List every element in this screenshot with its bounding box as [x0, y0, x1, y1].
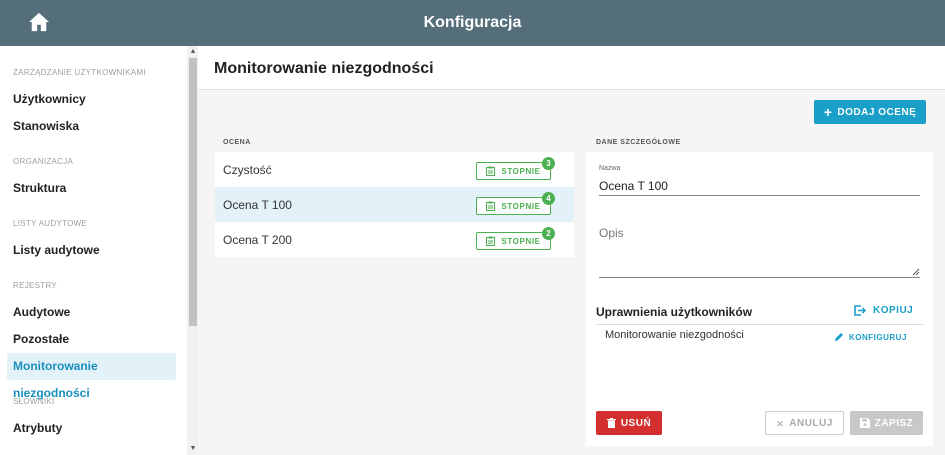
grades-count-badge: 3	[542, 157, 555, 170]
permissions-title: Uprawnienia użytkowników	[596, 305, 753, 319]
description-field[interactable]	[599, 218, 920, 278]
grades-label: STOPNIE	[501, 236, 541, 246]
grades-label: STOPNIE	[501, 201, 541, 211]
rating-name: Czystość	[223, 163, 272, 177]
grades-label: STOPNIE	[501, 166, 541, 176]
copy-label: KOPIUJ	[873, 305, 914, 316]
clipboard-icon	[486, 236, 496, 246]
cancel-label: ANULUJ	[789, 417, 833, 429]
sidebar-item-attributes[interactable]: Atrybuty	[7, 415, 176, 442]
plus-icon: +	[823, 104, 833, 120]
rating-name: Ocena T 100	[223, 198, 292, 212]
sidebar-item-other[interactable]: Pozostałe	[7, 326, 176, 353]
grades-button[interactable]: STOPNIE	[476, 232, 551, 250]
rating-name: Ocena T 200	[223, 233, 292, 247]
ratings-list: Czystość STOPNIE 3 Ocena T 100 STOPNIE 4…	[215, 152, 574, 257]
sidebar-scrollbar-thumb[interactable]	[189, 58, 197, 326]
sidebar-section-users: ZARZĄDZANIE UŻYTKOWNIKAMI	[13, 68, 146, 77]
sidebar-item-audits[interactable]: Audytowe	[7, 299, 176, 326]
add-rating-label: DODAJ OCENĘ	[837, 106, 917, 118]
delete-button[interactable]: USUŃ	[596, 411, 662, 435]
sidebar-item-audit-lists[interactable]: Listy audytowe	[7, 237, 176, 264]
ratings-column-label: OCENA	[223, 139, 251, 146]
clipboard-icon	[486, 166, 496, 176]
name-field-label: Nazwa	[599, 165, 621, 172]
divider	[596, 324, 923, 325]
delete-label: USUŃ	[620, 417, 652, 429]
sidebar-section-audit-lists: LISTY AUDYTOWE	[13, 219, 88, 228]
pencil-icon	[835, 333, 843, 341]
configure-button[interactable]: KONFIGURUJ	[834, 332, 907, 342]
clipboard-icon	[486, 201, 496, 211]
sidebar-item-nonconformity-monitoring[interactable]: Monitorowanie niezgodności	[7, 353, 176, 400]
copy-button[interactable]: KOPIUJ	[854, 305, 913, 316]
rating-row[interactable]: Czystość STOPNIE 3	[215, 152, 574, 187]
top-bar: Konfiguracja	[0, 0, 945, 46]
save-button[interactable]: ZAPISZ	[850, 411, 923, 435]
copy-icon	[854, 305, 867, 316]
grades-count-badge: 4	[542, 192, 555, 205]
details-panel: Nazwa Uprawnienia użytkowników KOPIUJ Mo…	[586, 152, 933, 446]
scroll-up-arrow-icon[interactable]: ▲	[188, 47, 198, 57]
name-field[interactable]	[599, 177, 920, 196]
sidebar-section-organization: ORGANIZACJA	[13, 157, 74, 166]
page-title: Monitorowanie niezgodności	[214, 60, 434, 77]
sidebar-item-positions[interactable]: Stanowiska	[7, 113, 176, 140]
rating-row-selected[interactable]: Ocena T 100 STOPNIE 4	[215, 187, 574, 222]
configure-label: KONFIGURUJ	[849, 332, 907, 342]
sidebar-item-structure[interactable]: Struktura	[7, 175, 176, 202]
page-header: Monitorowanie niezgodności	[198, 46, 945, 90]
cancel-button[interactable]: × ANULUJ	[765, 411, 844, 435]
resize-grip-icon[interactable]	[912, 268, 920, 276]
sidebar-section-registers: REJESTRY	[13, 281, 58, 290]
floppy-disk-icon	[859, 418, 870, 428]
scroll-down-arrow-icon[interactable]: ▼	[188, 444, 198, 454]
grades-button[interactable]: STOPNIE	[476, 162, 551, 180]
close-icon: ×	[776, 415, 785, 431]
trash-icon	[606, 418, 616, 428]
permission-item: Monitorowanie niezgodności	[605, 329, 744, 341]
details-column-label: DANE SZCZEGÓŁOWE	[596, 139, 681, 146]
rating-row[interactable]: Ocena T 200 STOPNIE 2	[215, 222, 574, 257]
sidebar-section-dictionaries: SŁOWNIKI	[13, 397, 55, 406]
sidebar-item-users[interactable]: Użytkownicy	[7, 86, 176, 113]
grades-button[interactable]: STOPNIE	[476, 197, 551, 215]
add-rating-button[interactable]: + DODAJ OCENĘ	[814, 100, 926, 124]
save-label: ZAPISZ	[874, 417, 914, 429]
home-icon[interactable]	[28, 12, 50, 32]
sidebar: ZARZĄDZANIE UŻYTKOWNIKAMI Użytkownicy St…	[0, 46, 198, 455]
app-title: Konfiguracja	[423, 14, 522, 31]
grades-count-badge: 2	[542, 227, 555, 240]
